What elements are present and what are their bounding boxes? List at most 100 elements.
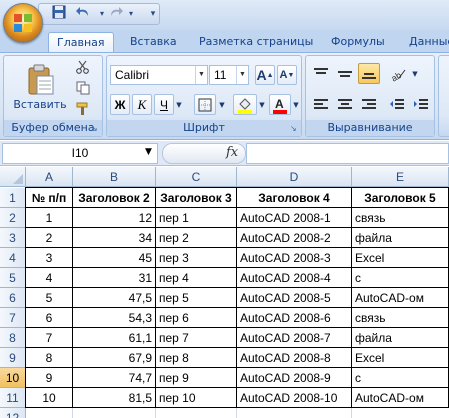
tab-page-layout[interactable]: Разметка страницы	[199, 32, 313, 52]
table-cell[interactable]: 12	[73, 208, 155, 228]
column-header-d[interactable]: D	[237, 167, 352, 187]
save-icon[interactable]	[50, 5, 68, 23]
table-cell[interactable]: 10	[26, 388, 72, 408]
align-bottom-button[interactable]	[358, 63, 380, 84]
column-header-c[interactable]: C	[156, 167, 237, 187]
table-cell[interactable]: 54,3	[73, 308, 155, 328]
insert-function-icon[interactable]: fx	[226, 145, 238, 160]
table-cell[interactable]: AutoCAD-ом	[352, 388, 448, 408]
row-header-6[interactable]: 6	[0, 288, 26, 308]
column-header-e[interactable]: E	[352, 167, 449, 187]
table-cell[interactable]: пер 10	[156, 388, 236, 408]
header-cell[interactable]: Заголовок 2	[73, 188, 155, 208]
paste-button[interactable]: Вставить	[10, 58, 70, 116]
table-cell[interactable]: 81,5	[73, 388, 155, 408]
tab-data[interactable]: Данные	[409, 32, 449, 52]
align-middle-button[interactable]	[334, 63, 356, 84]
font-color-button[interactable]: A	[269, 94, 291, 115]
column-header-a[interactable]: A	[26, 167, 73, 187]
table-cell[interactable]: 67,9	[73, 348, 155, 368]
table-cell[interactable]: AutoCAD 2008-10	[237, 388, 351, 408]
table-cell[interactable]: Excel	[352, 248, 448, 268]
table-cell[interactable]: пер 8	[156, 348, 236, 368]
table-cell[interactable]: Excel	[352, 348, 448, 368]
undo-icon[interactable]	[75, 5, 93, 23]
header-cell[interactable]: Заголовок 3	[156, 188, 236, 208]
fill-color-dropdown-icon[interactable]: ▼	[257, 94, 267, 115]
table-cell[interactable]: пер 7	[156, 328, 236, 348]
formula-input[interactable]	[246, 143, 449, 164]
tab-formulas[interactable]: Формулы	[331, 32, 385, 52]
cut-icon[interactable]	[74, 58, 92, 76]
fill-color-button[interactable]	[233, 94, 257, 115]
table-cell[interactable]: пер 1	[156, 208, 236, 228]
row-header-12[interactable]: 12	[0, 408, 26, 418]
underline-dropdown-icon[interactable]: ▼	[174, 94, 184, 115]
increase-indent-button[interactable]	[410, 94, 432, 115]
table-cell[interactable]: AutoCAD 2008-6	[237, 308, 351, 328]
row-header-3[interactable]: 3	[0, 228, 26, 248]
shrink-font-button[interactable]: A ▼	[277, 65, 297, 85]
table-cell[interactable]: AutoCAD 2008-3	[237, 248, 351, 268]
table-cell[interactable]: AutoCAD 2008-2	[237, 228, 351, 248]
format-painter-icon[interactable]	[74, 100, 92, 118]
table-cell[interactable]: 6	[26, 308, 72, 328]
table-cell[interactable]: AutoCAD 2008-4	[237, 268, 351, 288]
table-cell[interactable]: 74,7	[73, 368, 155, 388]
header-cell[interactable]: № п/п	[26, 188, 72, 208]
row-header-8[interactable]: 8	[0, 328, 26, 348]
font-launcher-icon[interactable]: ↘	[290, 124, 299, 133]
clipboard-launcher-icon[interactable]: ↘	[91, 124, 100, 133]
header-cell[interactable]: Заголовок 5	[352, 188, 448, 208]
table-cell[interactable]: пер 2	[156, 228, 236, 248]
row-header-9[interactable]: 9	[0, 348, 26, 368]
tab-home[interactable]: Главная	[48, 32, 114, 52]
table-cell[interactable]: 34	[73, 228, 155, 248]
customize-icon[interactable]: ▾	[144, 5, 162, 23]
table-cell[interactable]: файла	[352, 228, 448, 248]
table-cell[interactable]: файла	[352, 328, 448, 348]
table-cell[interactable]: с	[352, 268, 448, 288]
table-cell[interactable]: AutoCAD 2008-7	[237, 328, 351, 348]
header-cell[interactable]: Заголовок 4	[237, 188, 351, 208]
orientation-button[interactable]: ab	[386, 63, 410, 84]
bold-button[interactable]: Ж	[110, 94, 130, 115]
font-size-select[interactable]: 11 ▼	[209, 65, 249, 85]
office-button[interactable]	[3, 3, 43, 43]
select-all-corner[interactable]	[0, 167, 26, 187]
table-cell[interactable]: с	[352, 368, 448, 388]
decrease-indent-button[interactable]	[386, 94, 408, 115]
name-box[interactable]: I10	[2, 143, 158, 164]
underline-button[interactable]: Ч	[154, 94, 174, 115]
align-left-button[interactable]	[310, 94, 332, 115]
table-cell[interactable]: 9	[26, 368, 72, 388]
row-header-5[interactable]: 5	[0, 268, 26, 288]
table-cell[interactable]: пер 5	[156, 288, 236, 308]
table-cell[interactable]: 61,1	[73, 328, 155, 348]
table-cell[interactable]: AutoCAD 2008-1	[237, 208, 351, 228]
table-cell[interactable]: AutoCAD 2008-9	[237, 368, 351, 388]
align-right-button[interactable]	[358, 94, 380, 115]
font-name-select[interactable]: Calibri ▼	[110, 65, 208, 85]
table-cell[interactable]: пер 6	[156, 308, 236, 328]
borders-dropdown-icon[interactable]: ▼	[217, 94, 227, 115]
copy-icon[interactable]	[74, 79, 92, 97]
table-cell[interactable]: 5	[26, 288, 72, 308]
column-header-b[interactable]: B	[73, 167, 156, 187]
borders-button[interactable]	[194, 94, 216, 115]
table-cell[interactable]: AutoCAD-ом	[352, 288, 448, 308]
row-header-10[interactable]: 10	[0, 368, 26, 388]
orientation-dropdown-icon[interactable]: ▼	[410, 63, 420, 84]
row-header-1[interactable]: 1	[0, 188, 26, 208]
row-header-7[interactable]: 7	[0, 308, 26, 328]
table-cell[interactable]: пер 3	[156, 248, 236, 268]
grow-font-button[interactable]: A ▲	[255, 65, 275, 85]
redo-dropdown-icon[interactable]: ▾	[122, 5, 140, 23]
table-cell[interactable]: 1	[26, 208, 72, 228]
row-header-4[interactable]: 4	[0, 248, 26, 268]
table-cell[interactable]: 31	[73, 268, 155, 288]
name-box-dropdown-icon[interactable]: ▼	[145, 143, 152, 162]
table-cell[interactable]: AutoCAD 2008-5	[237, 288, 351, 308]
table-cell[interactable]: 4	[26, 268, 72, 288]
align-top-button[interactable]	[310, 63, 332, 84]
